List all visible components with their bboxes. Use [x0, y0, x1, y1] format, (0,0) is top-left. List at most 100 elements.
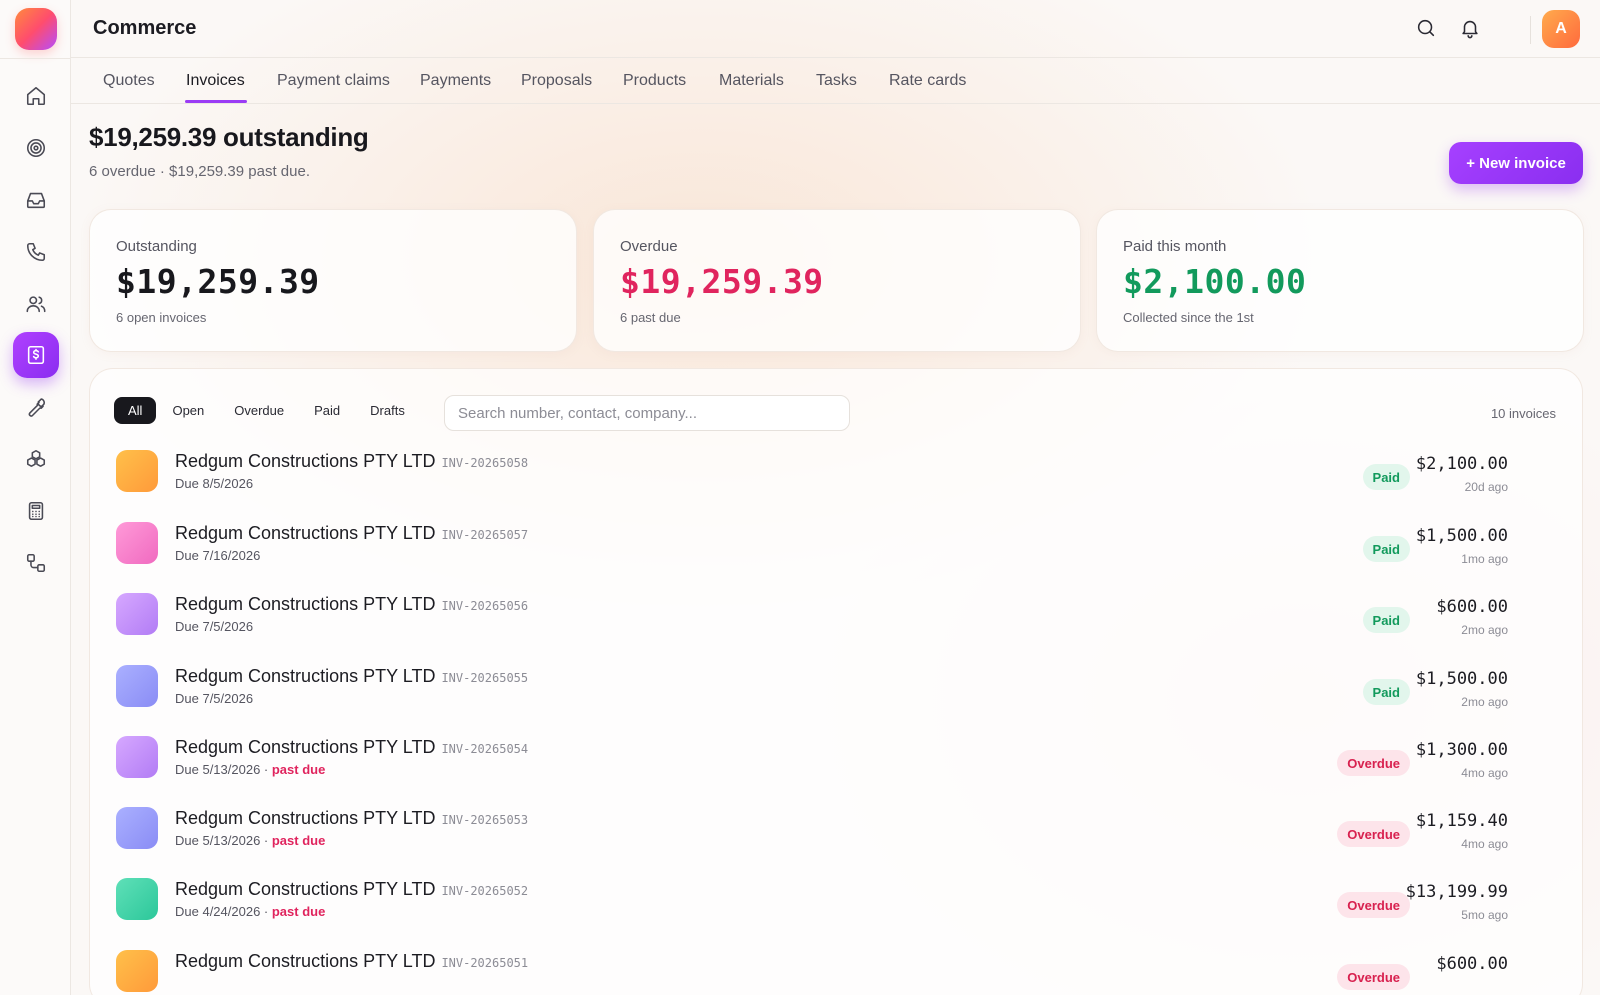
search-button[interactable]	[1415, 17, 1439, 41]
sidebar-item-goals[interactable]	[13, 125, 59, 171]
invoice-age: 4mo ago	[1461, 766, 1508, 780]
tab-payments[interactable]: Payments	[420, 72, 491, 90]
notifications-button[interactable]	[1459, 17, 1483, 41]
invoice-number: INV-20265055	[441, 671, 529, 685]
sidebar-item-calculator[interactable]	[13, 488, 59, 534]
invoice-age: 2mo ago	[1461, 695, 1508, 709]
tab-rate-cards[interactable]: Rate cards	[889, 72, 966, 90]
status-badge: Overdue	[1337, 821, 1410, 847]
contact-avatar-tile	[116, 522, 158, 564]
separator: ·	[260, 762, 272, 777]
contact-name-text: Redgum Constructions PTY LTD	[175, 451, 436, 471]
invoice-number: INV-20265052	[441, 884, 529, 898]
invoice-search-input[interactable]	[444, 395, 850, 431]
invoice-number: INV-20265056	[441, 599, 529, 613]
invoice-row[interactable]: Redgum Constructions PTY LTD INV-20265054…	[116, 733, 1560, 795]
invoice-contact-name: Redgum Constructions PTY LTD INV-20265055	[175, 666, 528, 687]
invoice-contact-name: Redgum Constructions PTY LTD INV-20265054	[175, 737, 528, 758]
tab-materials[interactable]: Materials	[719, 72, 784, 90]
status-badge: Paid	[1362, 536, 1410, 562]
invoice-contact-name: Redgum Constructions PTY LTD INV-20265053	[175, 808, 528, 829]
invoice-age: 5mo ago	[1461, 908, 1508, 922]
invoice-age: 4mo ago	[1461, 837, 1508, 851]
tab-quotes[interactable]: Quotes	[103, 72, 155, 90]
contact-avatar-tile	[116, 450, 158, 492]
tab-products[interactable]: Products	[623, 72, 686, 90]
topbar-divider	[1530, 16, 1531, 44]
invoice-contact-name: Redgum Constructions PTY LTD INV-20265057	[175, 523, 528, 544]
app-root: Commerce A Quotes Invoices Payment claim…	[0, 0, 1600, 995]
tab-proposals[interactable]: Proposals	[521, 72, 592, 90]
tab-payment-claims[interactable]: Payment claims	[277, 72, 390, 90]
past-due-label: past due	[271, 762, 326, 777]
sidebar-item-commerce[interactable]	[13, 332, 59, 378]
boxes-icon	[26, 449, 46, 467]
invoice-row[interactable]: Redgum Constructions PTY LTD INV-20265055…	[116, 662, 1560, 724]
target-icon	[26, 138, 46, 158]
contact-name-text: Redgum Constructions PTY LTD	[175, 666, 436, 686]
past-due-label: past due	[271, 833, 326, 848]
app-logo[interactable]	[15, 8, 57, 50]
invoice-count: 10 invoices	[1490, 406, 1556, 421]
due-date-text: Due 8/5/2026	[175, 476, 254, 491]
filter-open[interactable]: Open	[158, 397, 218, 424]
invoice-amount: $1,159.40	[1415, 811, 1508, 831]
invoice-age: 1mo ago	[1461, 552, 1508, 566]
tab-invoices[interactable]: Invoices	[186, 72, 245, 90]
inbox-icon	[26, 192, 46, 209]
sidebar-item-tools[interactable]	[13, 384, 59, 430]
stat-value: $2,100.00	[1123, 262, 1307, 301]
invoice-row[interactable]: Redgum Constructions PTY LTD INV-20265053…	[116, 804, 1560, 866]
invoice-amount: $600.00	[1436, 597, 1508, 617]
filter-overdue[interactable]: Overdue	[220, 397, 298, 424]
invoice-age: 20d ago	[1464, 480, 1508, 494]
contact-avatar-tile	[116, 736, 158, 778]
stat-label: Overdue	[620, 238, 678, 255]
users-icon	[26, 296, 46, 313]
invoice-due-date: Due 7/16/2026	[175, 548, 260, 563]
stat-note: Collected since the 1st	[1123, 310, 1254, 325]
stat-value: $19,259.39	[620, 262, 824, 301]
sidebar-item-workflows[interactable]	[13, 540, 59, 586]
sidebar-item-calls[interactable]	[13, 229, 59, 275]
bell-icon	[1462, 20, 1478, 39]
invoice-due-date: Due 8/5/2026	[175, 476, 253, 491]
invoice-due-date: Due 5/13/2026 · past due	[175, 762, 325, 777]
status-badge: Overdue	[1337, 964, 1410, 990]
filter-all[interactable]: All	[114, 396, 157, 424]
due-date-text: Due 4/24/2026	[175, 904, 261, 919]
sidebar-item-integrations[interactable]	[13, 436, 59, 482]
invoice-row[interactable]: Redgum Constructions PTY LTD INV-20265051…	[116, 947, 1560, 995]
invoice-row[interactable]: Redgum Constructions PTY LTD INV-20265057…	[116, 519, 1560, 581]
tab-tasks[interactable]: Tasks	[816, 72, 857, 90]
filter-drafts[interactable]: Drafts	[356, 397, 419, 424]
contact-avatar-tile	[116, 950, 158, 992]
contact-name-text: Redgum Constructions PTY LTD	[175, 737, 436, 757]
invoice-age: 2mo ago	[1461, 623, 1508, 637]
stat-card-paid-this-month: Paid this month $2,100.00 Collected sinc…	[1096, 209, 1584, 352]
filter-paid[interactable]: Paid	[300, 397, 354, 424]
sidebar-item-inbox[interactable]	[13, 177, 59, 223]
contact-name-text: Redgum Constructions PTY LTD	[175, 808, 436, 828]
sidebar-item-contacts[interactable]	[13, 281, 59, 327]
sidebar-item-home[interactable]	[13, 73, 59, 119]
invoice-number: INV-20265054	[441, 742, 529, 756]
active-tab-indicator	[185, 100, 247, 103]
user-avatar[interactable]: A	[1542, 10, 1580, 48]
invoice-amount: $600.00	[1436, 954, 1508, 974]
invoice-row[interactable]: Redgum Constructions PTY LTD INV-20265056…	[116, 590, 1560, 652]
due-date-text: Due 7/5/2026	[175, 619, 254, 634]
new-invoice-button[interactable]: + New invoice	[1449, 142, 1583, 184]
stat-label: Outstanding	[116, 238, 197, 255]
invoice-number: INV-20265057	[441, 528, 529, 542]
status-badge: Paid	[1362, 464, 1410, 490]
separator: ·	[260, 904, 272, 919]
invoice-dollar-icon	[27, 345, 45, 365]
stat-value: $19,259.39	[116, 262, 320, 301]
sidebar	[0, 0, 71, 995]
top-bar: Commerce A	[71, 0, 1600, 58]
invoice-row[interactable]: Redgum Constructions PTY LTD INV-20265058…	[116, 447, 1560, 509]
calculator-icon	[28, 501, 44, 521]
invoice-row[interactable]: Redgum Constructions PTY LTD INV-20265052…	[116, 875, 1560, 937]
section-tabs: Quotes Invoices Payment claims Payments …	[71, 58, 1600, 104]
